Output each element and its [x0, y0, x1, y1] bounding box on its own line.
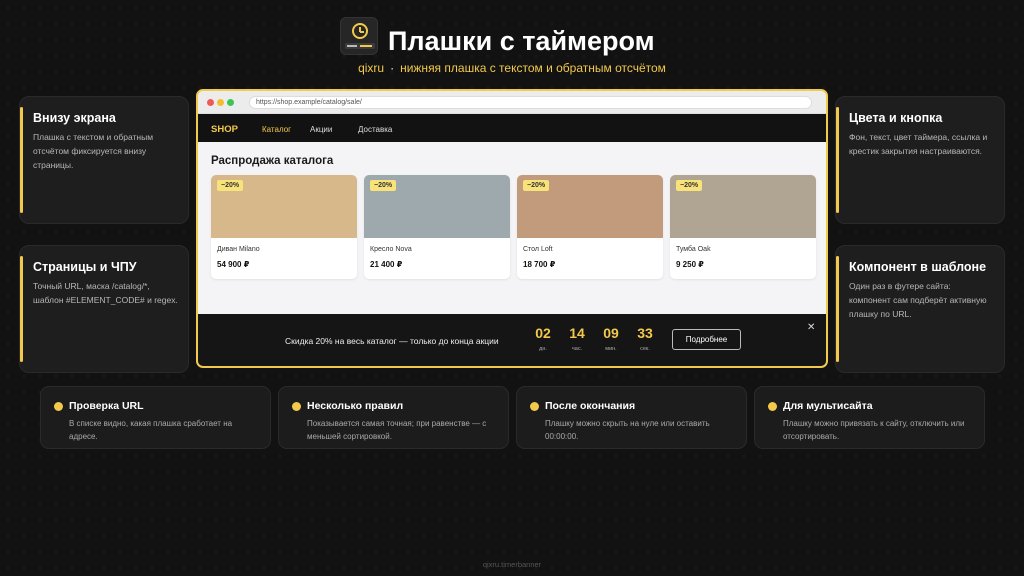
page-subtitle: qixru · нижняя плашка с текстом и обратным…: [0, 61, 1024, 75]
card-text: Плашка с текстом и обратным отсчётом фик…: [33, 132, 154, 170]
card-accent: [836, 256, 839, 362]
discount-badge: −20%: [370, 180, 397, 191]
discount-badge: −20%: [676, 180, 703, 191]
countdown-hours: 14 час.: [564, 325, 590, 352]
feature-card-pages-urls: Страницы и ЧПУ Точный URL, маска /catalo…: [19, 245, 189, 373]
minimize-window-dot-icon: [217, 99, 224, 106]
countdown-days: 02 дн.: [530, 325, 556, 352]
discount-badge: −20%: [217, 180, 244, 191]
feature-card-colors-button: Цвета и кнопка Фон, текст, цвет таймера,…: [835, 96, 1005, 224]
countdown-seconds: 33 сек.: [632, 325, 658, 352]
product-name: Тумба Oak: [676, 246, 711, 253]
catalog-heading: Распродажа каталога: [211, 155, 334, 167]
page-title: Плашки с таймером: [388, 26, 655, 56]
feature-text: Показывается самая точная; при равенстве…: [307, 419, 487, 441]
card-accent: [20, 107, 23, 213]
countdown-value: 14: [569, 325, 585, 341]
clock-icon: [352, 23, 368, 39]
close-icon[interactable]: ✕: [807, 322, 815, 333]
countdown-unit: час.: [571, 346, 583, 352]
feature-text: Плашку можно привязать к сайту, отключит…: [783, 419, 965, 441]
timer-banner: Скидка 20% на весь каталог — только до к…: [198, 314, 826, 366]
footer-caption: qixru.timerbanner: [482, 560, 542, 569]
feature-card-bottom-of-screen: Внизу экрана Плашка с текстом и обратным…: [19, 96, 189, 224]
card-accent: [20, 256, 23, 362]
feature-text: Плашку можно скрыть на нуле или оставить…: [545, 419, 710, 441]
countdown-value: 33: [637, 325, 653, 341]
subtitle-separator: ·: [390, 61, 395, 75]
feature-title: Проверка URL: [69, 400, 144, 412]
countdown-unit: мин.: [605, 346, 617, 352]
countdown-value: 02: [535, 325, 551, 341]
address-bar[interactable]: https://shop.example/catalog/sale/: [249, 96, 812, 109]
card-title: Внизу экрана: [33, 111, 116, 125]
product-price: 18 700 ₽: [523, 260, 556, 269]
tagline: нижняя плашка с текстом и обратным отсчё…: [400, 61, 666, 75]
bullet-dot-icon: [530, 402, 539, 411]
app-logo-icon: [340, 17, 378, 55]
bullet-dot-icon: [768, 402, 777, 411]
card-title: Компонент в шаблоне: [849, 260, 987, 274]
feature-title: Несколько правил: [307, 400, 404, 412]
product-price: 9 250 ₽: [676, 260, 704, 269]
countdown-unit: сек.: [640, 346, 650, 352]
card-text: Точный URL, маска /catalog/*, шаблон #EL…: [33, 281, 178, 305]
feature-multisite: Для мультисайта Плашку можно привязать к…: [754, 386, 985, 449]
card-accent: [836, 107, 839, 213]
discount-badge: −20%: [523, 180, 550, 191]
feature-text: В списке видно, какая плашка сработает н…: [69, 419, 233, 441]
product-card[interactable]: −20% Тумба Oak 9 250 ₽: [670, 175, 816, 279]
card-text: Один раз в футере сайта: компонент сам п…: [849, 281, 987, 319]
card-title: Цвета и кнопка: [849, 111, 943, 125]
nav-link-catalog[interactable]: Каталог: [262, 125, 291, 134]
product-price: 21 400 ₽: [370, 260, 403, 269]
countdown-minutes: 09 мин.: [598, 325, 624, 352]
card-text: Фон, текст, цвет таймера, ссылка и крест…: [849, 132, 988, 156]
nav-link-promotions[interactable]: Акции: [310, 125, 332, 134]
card-title: Страницы и ЧПУ: [33, 260, 137, 274]
banner-message: Скидка 20% на весь каталог — только до к…: [285, 336, 499, 346]
feature-after-end: После окончания Плашку можно скрыть на н…: [516, 386, 747, 449]
product-card[interactable]: −20% Стол Loft 18 700 ₽: [517, 175, 663, 279]
product-name: Кресло Nova: [370, 246, 412, 253]
banner-preview-icon: [345, 43, 375, 49]
close-window-dot-icon: [207, 99, 214, 106]
more-details-button[interactable]: Подробнее: [672, 329, 741, 350]
countdown-unit: дн.: [539, 346, 547, 352]
product-card[interactable]: −20% Диван Milano 54 900 ₽: [211, 175, 357, 279]
product-card[interactable]: −20% Кресло Nova 21 400 ₽: [364, 175, 510, 279]
product-name: Стол Loft: [523, 246, 553, 253]
brand-name: qixru: [358, 61, 385, 75]
product-name: Диван Milano: [217, 246, 260, 253]
product-price: 54 900 ₽: [217, 260, 250, 269]
browser-mockup: https://shop.example/catalog/sale/ SHOP …: [196, 89, 828, 368]
countdown-value: 09: [603, 325, 619, 341]
feature-title: Для мультисайта: [783, 400, 873, 412]
bullet-dot-icon: [54, 402, 63, 411]
feature-url-check: Проверка URL В списке видно, какая плашк…: [40, 386, 271, 449]
nav-link-delivery[interactable]: Доставка: [358, 125, 392, 134]
feature-title: После окончания: [545, 400, 636, 412]
feature-card-template-component: Компонент в шаблоне Один раз в футере са…: [835, 245, 1005, 373]
shop-navbar: SHOP Каталог Акции Доставка: [198, 114, 826, 142]
bullet-dot-icon: [292, 402, 301, 411]
browser-toolbar: https://shop.example/catalog/sale/: [198, 91, 826, 114]
feature-multiple-rules: Несколько правил Показывается самая точн…: [278, 386, 509, 449]
maximize-window-dot-icon: [227, 99, 234, 106]
shop-logo[interactable]: SHOP: [211, 124, 238, 135]
